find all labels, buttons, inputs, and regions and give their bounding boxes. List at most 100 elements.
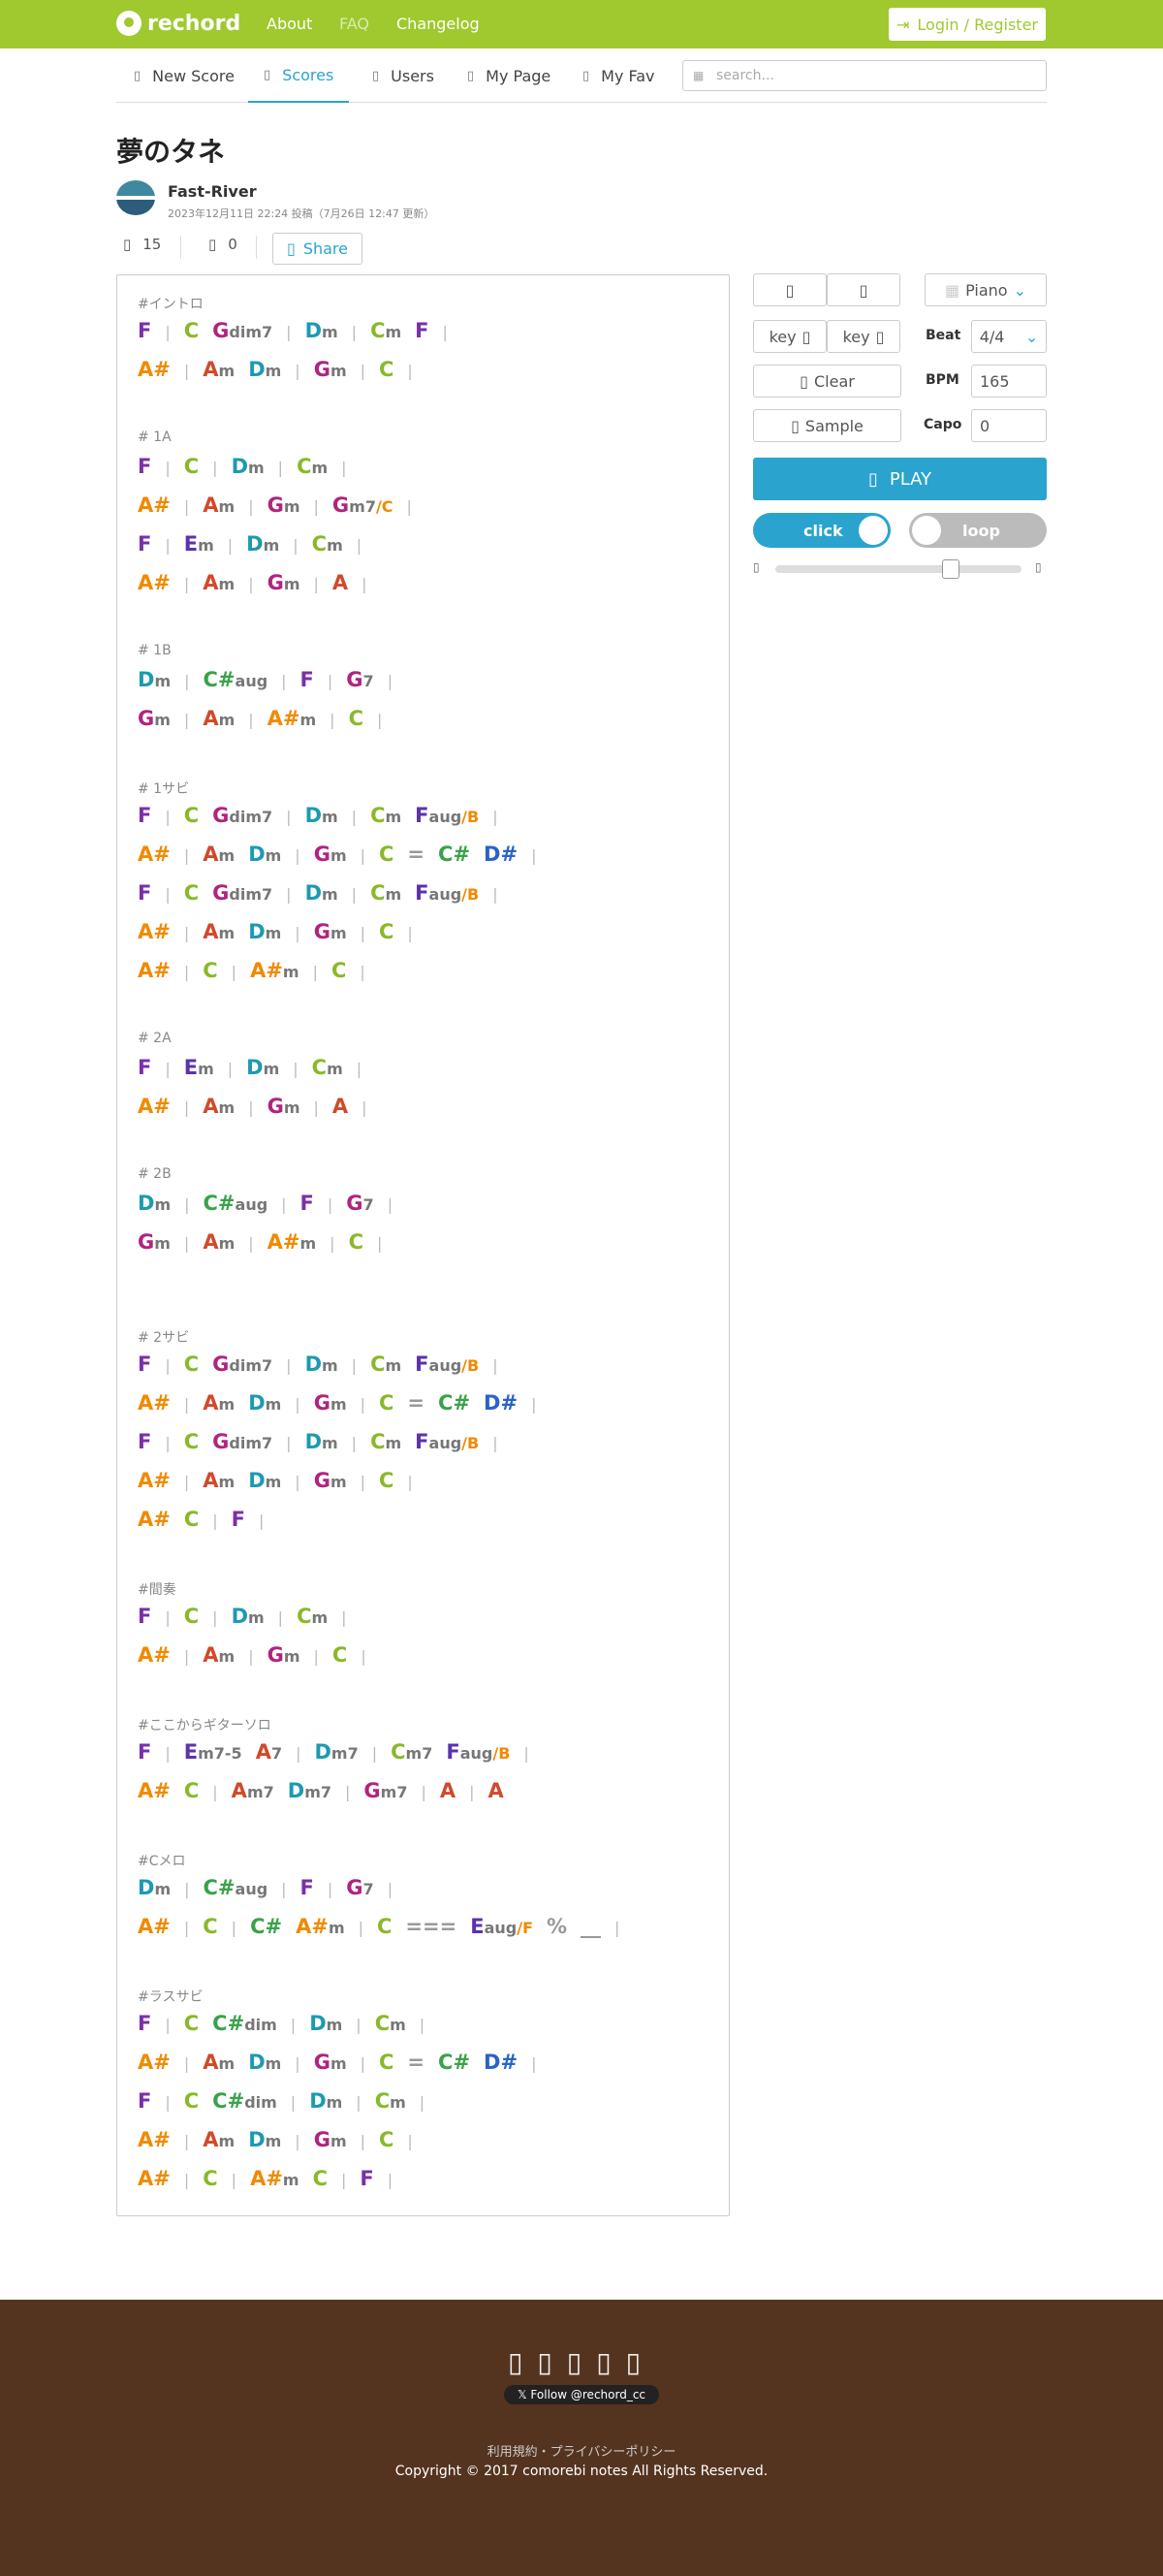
bar-line: | xyxy=(248,497,254,516)
about-link[interactable]: About xyxy=(267,15,312,33)
click-toggle[interactable]: click xyxy=(753,513,891,548)
bar-line: | xyxy=(330,1234,335,1253)
chord: Am xyxy=(203,493,236,517)
tab-scores[interactable]: ▯ Scores xyxy=(248,48,350,103)
chord: A# xyxy=(138,571,171,594)
sample-icon: ▯ xyxy=(791,416,800,435)
chord: G7 xyxy=(346,1192,374,1215)
play-prev-button[interactable]: ▯ xyxy=(753,273,827,306)
faq-link[interactable]: FAQ xyxy=(339,15,369,33)
tab-users[interactable]: ▯ Users xyxy=(372,48,434,103)
chord: C xyxy=(183,455,200,478)
bar-line: | xyxy=(327,1195,333,1214)
bar-line: | xyxy=(184,1195,190,1214)
key-down-button[interactable]: key ▯ xyxy=(753,320,827,353)
comment-icon: ▯ xyxy=(208,236,217,253)
beat-select[interactable]: 4/4 ⌄ xyxy=(971,320,1047,353)
chord: C#aug xyxy=(203,1876,268,1899)
chord: Faug/B xyxy=(415,881,480,905)
bar-line: | xyxy=(327,672,333,690)
chord: Dm xyxy=(304,881,338,905)
changelog-link[interactable]: Changelog xyxy=(396,15,480,33)
bar-line: | xyxy=(345,1783,351,1801)
social-icon[interactable]: ▯ xyxy=(508,2346,537,2378)
chord: F xyxy=(138,319,152,342)
follow-button[interactable]: 𝕏 Follow @rechord_cc xyxy=(504,2385,659,2404)
chord: C xyxy=(379,358,394,381)
chord: Gdim7 xyxy=(212,804,273,827)
bar-line: | xyxy=(351,1356,358,1375)
heart-icon: ▯ xyxy=(123,236,132,253)
chord: F xyxy=(138,1740,152,1764)
tab-my-fav[interactable]: ▯ My Fav xyxy=(582,48,655,103)
bar-line: | xyxy=(165,1608,171,1627)
social-icon[interactable]: ▯ xyxy=(626,2346,655,2378)
chord: Cm xyxy=(311,1056,343,1079)
bar-line: | xyxy=(360,2132,365,2150)
tab-my-page[interactable]: ▯ My Page xyxy=(467,48,550,103)
terms-link[interactable]: 利用規約・プライバシーポリシー xyxy=(0,2441,1163,2460)
bar-line: | xyxy=(492,1356,498,1375)
social-icon[interactable]: ▯ xyxy=(596,2346,625,2378)
search-input[interactable]: ▦ search... xyxy=(682,60,1047,91)
bar-line: | xyxy=(387,1880,393,1898)
bar-line: | xyxy=(360,924,365,942)
chord-row: A# | C | A#m | C | xyxy=(138,959,379,988)
scores-icon: ▯ xyxy=(264,67,271,82)
login-button[interactable]: ⇥ Login / Register xyxy=(889,8,1046,41)
bar-line: | xyxy=(165,1060,171,1078)
loop-toggle[interactable]: loop xyxy=(909,513,1047,548)
chord: Am xyxy=(203,1230,236,1254)
social-icon[interactable]: ▯ xyxy=(567,2346,596,2378)
chord: Cm xyxy=(374,2012,406,2035)
capo-input[interactable]: 0 xyxy=(971,409,1047,442)
play-next-button[interactable]: ▯ xyxy=(827,273,900,306)
bar-line: | xyxy=(295,846,300,865)
chord: C#dim xyxy=(212,2012,277,2035)
chord: Gm xyxy=(313,920,347,943)
tab-new-score[interactable]: ▯ New Score xyxy=(134,48,235,103)
author-name[interactable]: Fast-River xyxy=(168,182,257,201)
bar-line: | xyxy=(361,1098,367,1117)
footer: ▯▯▯▯▯ 𝕏 Follow @rechord_cc 利用規約・プライバシーポリ… xyxy=(0,2300,1163,2576)
chord-row: F | C Gdim7 | Dm | Cm Faug/B | xyxy=(138,1352,512,1382)
volume-slider[interactable] xyxy=(775,565,1022,573)
chord: C xyxy=(330,959,347,982)
chord-row: Dm | C#aug | F | G7 | xyxy=(138,1876,406,1905)
sample-button[interactable]: ▯ Sample xyxy=(753,409,901,442)
share-button[interactable]: ▯ Share xyxy=(272,233,362,265)
like-count[interactable]: ▯ 15 xyxy=(123,236,161,253)
avatar[interactable] xyxy=(116,180,155,215)
instrument-select[interactable]: ▦ Piano ⌄ xyxy=(925,273,1047,306)
social-icon[interactable]: ▯ xyxy=(537,2346,566,2378)
bar-line: | xyxy=(183,1098,190,1117)
key-up-button[interactable]: key ▯ xyxy=(827,320,900,353)
chord: A#m xyxy=(267,707,317,730)
bar-line: | xyxy=(286,808,292,826)
logo[interactable]: rechord xyxy=(116,11,240,36)
bpm-input[interactable]: 165 xyxy=(971,365,1047,398)
bar-line: | xyxy=(295,2054,300,2073)
chord-row: A# C | Am7 Dm7 | Gm7 | A | A xyxy=(138,1779,518,1808)
prev-icon: ▯ xyxy=(785,280,795,300)
chord: Am xyxy=(203,571,236,594)
chord: F xyxy=(415,319,429,342)
chord: A# xyxy=(138,1095,171,1118)
bar-line: | xyxy=(387,2171,393,2189)
chord: C xyxy=(183,1430,200,1453)
bar-line: | xyxy=(248,1098,254,1117)
bar-line: | xyxy=(313,497,319,516)
clear-button[interactable]: ▯ Clear xyxy=(753,365,901,398)
chord: Cm xyxy=(370,1430,402,1453)
bar-line: | xyxy=(419,2093,425,2112)
comment-count[interactable]: ▯ 0 xyxy=(208,236,237,253)
bar-line: | xyxy=(327,1880,333,1898)
bar-line: | xyxy=(277,1608,284,1627)
volume-slider-handle[interactable] xyxy=(942,559,959,579)
bar-line: | xyxy=(407,362,413,380)
chord: D# xyxy=(484,1391,519,1415)
divider xyxy=(256,236,257,259)
chevron-down-icon: ⌄ xyxy=(1013,280,1026,300)
chord: Gm xyxy=(313,1391,347,1415)
play-button[interactable]: ▯ PLAY xyxy=(753,458,1047,500)
